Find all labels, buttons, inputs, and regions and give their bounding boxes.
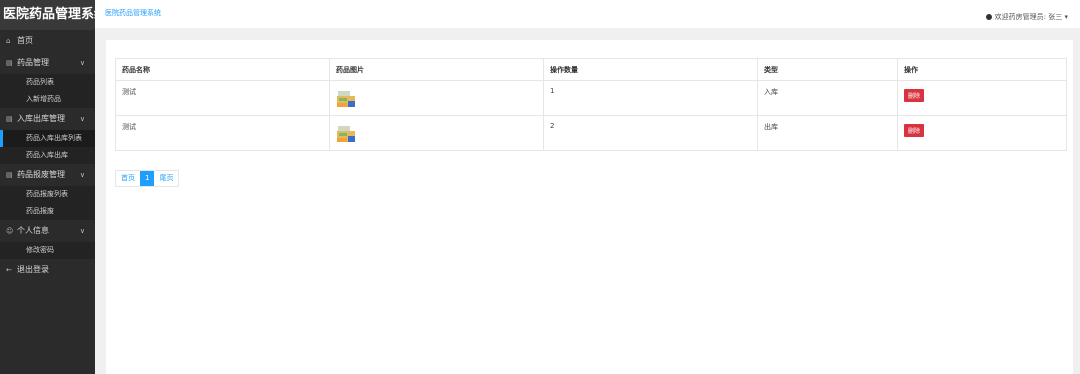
app-title: 医院药品管理系统 [0, 0, 95, 30]
sidebar-item-label: 药品入库出库列表 [26, 134, 82, 142]
sidebar-group-label: 药品管理 [17, 58, 49, 67]
cell-quantity: 1 [543, 80, 758, 116]
first-page-link[interactable]: 首页 [116, 171, 140, 186]
chevron-down-icon: ∨ [79, 227, 85, 235]
last-page-link[interactable]: 尾页 [154, 171, 178, 186]
sidebar-group-drug-management[interactable]: ▤ 药品管理 ∨ [0, 52, 95, 74]
table-header-row: 药品名称 药品图片 操作数量 类型 操作 [115, 58, 1067, 81]
user-icon: ☺ [6, 227, 14, 235]
drug-image [337, 91, 355, 107]
user-greeting: 欢迎药房管理员: 张三 [994, 13, 1063, 21]
cell-name: 测试 [115, 115, 330, 151]
avatar [985, 14, 992, 20]
sidebar-item-stock-list[interactable]: 药品入库出库列表 [0, 130, 95, 147]
column-header-name: 药品名称 [115, 58, 330, 81]
cell-action: 删除 [897, 115, 1067, 151]
sidebar-item-label: 药品报废列表 [26, 190, 68, 198]
document-icon: ▤ [6, 115, 13, 123]
sidebar-group-label: 药品报废管理 [17, 170, 65, 179]
sidebar-item-label: 药品报废 [26, 207, 54, 215]
main-content: 药品名称 药品图片 操作数量 类型 操作 测试 1 入库 删除 测试 2 出库 … [106, 40, 1073, 374]
chevron-down-icon: ∨ [79, 59, 85, 67]
home-icon: ⌂ [6, 37, 11, 45]
sidebar-group-personal-info[interactable]: ☺ 个人信息 ∨ [0, 220, 95, 242]
chevron-down-icon: ∨ [79, 171, 85, 179]
table-row: 测试 2 出库 删除 [115, 115, 1067, 151]
sidebar-item-scrap-list[interactable]: 药品报废列表 [0, 186, 95, 203]
cell-type: 入库 [757, 80, 898, 116]
column-header-type: 类型 [757, 58, 898, 81]
sidebar-group-scrap-management[interactable]: ▤ 药品报废管理 ∨ [0, 164, 95, 186]
document-icon: ▤ [6, 59, 13, 67]
cell-name: 测试 [115, 80, 330, 116]
sidebar-item-label: 入新增药品 [26, 95, 61, 103]
sidebar-group-label: 入库出库管理 [17, 114, 65, 123]
delete-button[interactable]: 删除 [904, 89, 925, 102]
column-header-action: 操作 [897, 58, 1067, 81]
pagination: 首页 1 尾页 [115, 170, 180, 187]
sidebar-item-logout[interactable]: ← 退出登录 [0, 259, 95, 281]
sidebar-item-drug-list[interactable]: 药品列表 [0, 74, 95, 91]
delete-button[interactable]: 删除 [904, 124, 925, 137]
sidebar-item-label: 修改密码 [26, 246, 54, 254]
column-header-quantity: 操作数量 [543, 58, 758, 81]
arrow-left-icon: ← [6, 266, 12, 274]
cell-action: 删除 [897, 80, 1067, 116]
current-page[interactable]: 1 [140, 171, 155, 186]
cell-quantity: 2 [543, 115, 758, 151]
sidebar: 医院药品管理系统 ⌂ 首页 ▤ 药品管理 ∨ 药品列表 入新增药品 ▤ 入库出库… [0, 0, 95, 374]
stock-table: 药品名称 药品图片 操作数量 类型 操作 测试 1 入库 删除 测试 2 出库 … [115, 58, 1067, 151]
drug-image [337, 126, 355, 142]
sidebar-item-home[interactable]: ⌂ 首页 [0, 30, 95, 52]
sidebar-item-label: 退出登录 [17, 265, 49, 274]
sidebar-item-scrap[interactable]: 药品报废 [0, 203, 95, 220]
chevron-down-icon: ∨ [79, 115, 85, 123]
user-menu[interactable]: 欢迎药房管理员: 张三 ▾ [985, 12, 1068, 22]
document-icon: ▤ [6, 171, 13, 179]
cell-type: 出库 [757, 115, 898, 151]
top-header: 医院药品管理系统 欢迎药房管理员: 张三 ▾ [95, 0, 1080, 28]
cell-image [329, 115, 544, 151]
caret-down-icon: ▾ [1064, 13, 1068, 21]
breadcrumb[interactable]: 医院药品管理系统 [105, 8, 161, 18]
cell-image [329, 80, 544, 116]
sidebar-item-add-drug[interactable]: 入新增药品 [0, 91, 95, 108]
sidebar-item-label: 药品入库出库 [26, 151, 68, 159]
sidebar-group-stock-in-out[interactable]: ▤ 入库出库管理 ∨ [0, 108, 95, 130]
sidebar-item-label: 药品列表 [26, 78, 54, 86]
table-row: 测试 1 入库 删除 [115, 80, 1067, 116]
sidebar-item-label: 首页 [17, 36, 33, 45]
sidebar-group-label: 个人信息 [17, 226, 49, 235]
sidebar-item-stock-in-out[interactable]: 药品入库出库 [0, 147, 95, 164]
sidebar-item-change-password[interactable]: 修改密码 [0, 242, 95, 259]
column-header-image: 药品图片 [329, 58, 544, 81]
